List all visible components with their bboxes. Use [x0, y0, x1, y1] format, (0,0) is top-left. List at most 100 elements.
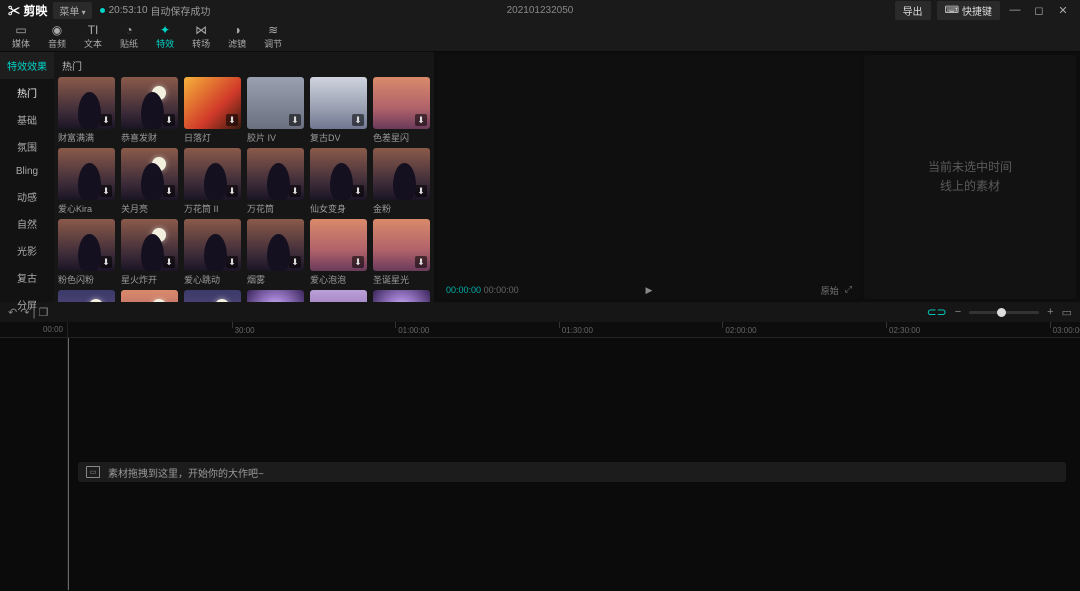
thumb-label: 爱心Kira: [58, 202, 115, 215]
download-icon[interactable]: ⬇: [100, 114, 112, 126]
category-tab-热门[interactable]: 热门: [0, 79, 54, 106]
preview-controls: 00:00:00 00:00:00 ▶ 原始 ⤢: [438, 281, 860, 299]
maximize-button[interactable]: ◻: [1030, 1, 1048, 19]
zoom-slider[interactable]: [969, 311, 1039, 314]
category-tab-基础[interactable]: 基础: [0, 106, 54, 133]
effect-thumb[interactable]: ⬇色差星闪: [373, 77, 430, 144]
download-icon[interactable]: ⬇: [352, 185, 364, 197]
effects-panel: 特效效果 热门基础氛围Bling动感自然光影复古分屏边框 热门 ⬇财富满满⬇恭喜…: [0, 52, 434, 302]
effect-thumb[interactable]: ⬇爱心跳动: [184, 219, 241, 286]
effect-thumb[interactable]: ⬇: [373, 290, 430, 302]
download-icon[interactable]: ⬇: [226, 114, 238, 126]
category-tab-光影[interactable]: 光影: [0, 237, 54, 264]
zoom-out-button[interactable]: −: [955, 306, 961, 318]
timeline-ruler[interactable]: 00:00 30:0001:00:0001:30:0002:00:0002:30…: [0, 322, 1080, 338]
effect-thumb[interactable]: ⬇圣诞星光: [373, 219, 430, 286]
menu-dropdown[interactable]: 菜单: [53, 2, 91, 19]
effect-thumb[interactable]: ⬇: [58, 290, 115, 302]
tool-媒体[interactable]: ▭媒体: [6, 22, 36, 52]
tool-音频[interactable]: ◉音频: [42, 22, 72, 52]
aspect-ratio-button[interactable]: 原始: [821, 284, 839, 297]
tool-icon: TI: [88, 24, 99, 36]
download-icon[interactable]: ⬇: [163, 114, 175, 126]
zoom-in-button[interactable]: +: [1047, 306, 1053, 318]
thumb-preview: ⬇: [310, 290, 367, 302]
category-tabs: 特效效果 热门基础氛围Bling动感自然光影复古分屏边框: [0, 52, 54, 302]
category-tab-main[interactable]: 特效效果: [0, 52, 54, 79]
category-tab-氛围[interactable]: 氛围: [0, 133, 54, 160]
minimize-button[interactable]: —: [1006, 1, 1024, 19]
thumb-label: 星火炸开: [121, 273, 178, 286]
effect-thumb[interactable]: ⬇: [247, 290, 304, 302]
effect-thumb[interactable]: ⬇仙女变身: [310, 148, 367, 215]
timeline-tool[interactable]: ❐: [38, 307, 48, 319]
download-icon[interactable]: ⬇: [415, 256, 427, 268]
effect-thumb[interactable]: ⬇烟雾: [247, 219, 304, 286]
effect-thumb[interactable]: ⬇ 星火炸开: [121, 219, 178, 286]
timeline-tracks[interactable]: ▭ 素材拖拽到这里，开始你的大作吧~: [0, 338, 1080, 590]
shortcuts-button[interactable]: ⌨ 快捷键: [937, 1, 1000, 20]
download-icon[interactable]: ⬇: [415, 185, 427, 197]
play-button[interactable]: ▶: [646, 285, 653, 296]
thumb-preview: ⬇: [373, 290, 430, 302]
tool-转场[interactable]: ⋈转场: [186, 22, 216, 52]
timeline-tool[interactable]: |: [33, 307, 36, 319]
effect-thumb[interactable]: ⬇ 关月亮: [121, 148, 178, 215]
effect-thumb[interactable]: ⬇: [121, 290, 178, 302]
thumb-label: 关月亮: [121, 202, 178, 215]
thumb-preview: ⬇: [310, 219, 367, 271]
timeline-tool[interactable]: ↷: [20, 307, 29, 319]
effect-thumb[interactable]: ⬇财富满满: [58, 77, 115, 144]
tool-调节[interactable]: ≋调节: [258, 22, 288, 52]
effect-thumb[interactable]: ⬇ 恭喜发财: [121, 77, 178, 144]
effect-thumb[interactable]: ⬇金粉: [373, 148, 430, 215]
category-tab-Bling[interactable]: Bling: [0, 160, 54, 183]
ruler-tick: 01:30:00: [559, 322, 560, 328]
download-icon[interactable]: ⬇: [100, 256, 112, 268]
download-icon[interactable]: ⬇: [100, 185, 112, 197]
effect-thumb[interactable]: ⬇万花筒: [247, 148, 304, 215]
tool-label: 滤镜: [228, 37, 246, 50]
zoom-fit-button[interactable]: ▭: [1062, 306, 1072, 319]
tool-特效[interactable]: ✦特效: [150, 22, 180, 52]
download-icon[interactable]: ⬇: [289, 185, 301, 197]
thumb-preview: ⬇: [373, 219, 430, 271]
thumb-label: 爱心泡泡: [310, 273, 367, 286]
effect-thumb[interactable]: ⬇ 爱心Kira: [58, 148, 115, 215]
effect-thumb[interactable]: ⬇ 爱心泡泡: [310, 219, 367, 286]
download-icon[interactable]: ⬇: [289, 114, 301, 126]
download-icon[interactable]: ⬇: [163, 185, 175, 197]
category-tab-复古[interactable]: 复古: [0, 264, 54, 291]
fullscreen-button[interactable]: ⤢: [845, 284, 852, 297]
playhead[interactable]: [68, 338, 69, 590]
effect-thumb[interactable]: ⬇: [184, 290, 241, 302]
effect-thumb[interactable]: ⬇ 万花筒 II: [184, 148, 241, 215]
tool-文本[interactable]: TI文本: [78, 22, 108, 52]
close-button[interactable]: ✕: [1054, 1, 1072, 19]
effect-thumb[interactable]: ⬇胶片 IV: [247, 77, 304, 144]
download-icon[interactable]: ⬇: [226, 185, 238, 197]
category-tab-动感[interactable]: 动感: [0, 183, 54, 210]
export-button[interactable]: 导出: [895, 1, 931, 20]
effect-thumb[interactable]: ⬇: [310, 290, 367, 302]
thumb-label: 万花筒 II: [184, 202, 241, 215]
download-icon[interactable]: ⬇: [415, 114, 427, 126]
effect-thumb[interactable]: ⬇粉色闪粉: [58, 219, 115, 286]
download-icon[interactable]: ⬇: [352, 256, 364, 268]
thumb-preview: ⬇: [184, 219, 241, 271]
tool-滤镜[interactable]: ◑滤镜: [222, 22, 252, 52]
ruler-tick: 03:00:00: [1050, 322, 1051, 328]
download-icon[interactable]: ⬇: [226, 256, 238, 268]
effect-thumb[interactable]: ⬇日落灯: [184, 77, 241, 144]
download-icon[interactable]: ⬇: [352, 114, 364, 126]
download-icon[interactable]: ⬇: [289, 256, 301, 268]
download-icon[interactable]: ⬇: [163, 256, 175, 268]
magnet-toggle[interactable]: ⊂⊃: [927, 305, 947, 319]
zoom-knob[interactable]: [997, 308, 1006, 317]
thumb-label: 恭喜发财: [121, 131, 178, 144]
category-tab-自然[interactable]: 自然: [0, 210, 54, 237]
tool-贴纸[interactable]: ◔贴纸: [114, 22, 144, 52]
timeline-tool[interactable]: ↶: [8, 307, 17, 319]
effect-thumb[interactable]: ⬇复古DV: [310, 77, 367, 144]
thumb-preview: ⬇: [373, 77, 430, 129]
